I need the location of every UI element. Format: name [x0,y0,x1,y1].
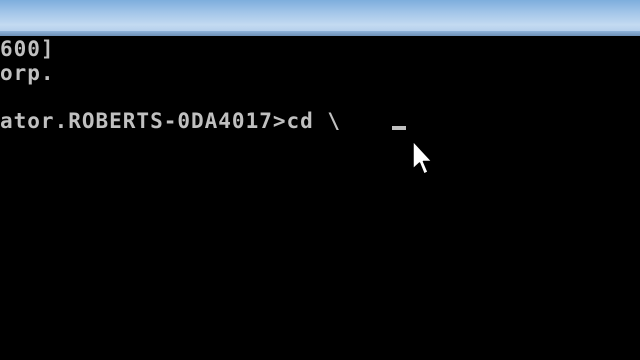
console-line-copyright: orp. [0,61,55,85]
console-line-prompt: ator.ROBERTS-0DA4017>cd \ [0,109,342,133]
title-bar[interactable] [0,0,640,36]
console-output-area[interactable]: 600] orp. ator.ROBERTS-0DA4017>cd \ [0,37,640,360]
mouse-pointer-icon [412,140,433,175]
text-caret [392,126,406,130]
command-prompt-window: 600] orp. ator.ROBERTS-0DA4017>cd \ [0,0,640,360]
console-line-version: 600] [0,37,55,61]
